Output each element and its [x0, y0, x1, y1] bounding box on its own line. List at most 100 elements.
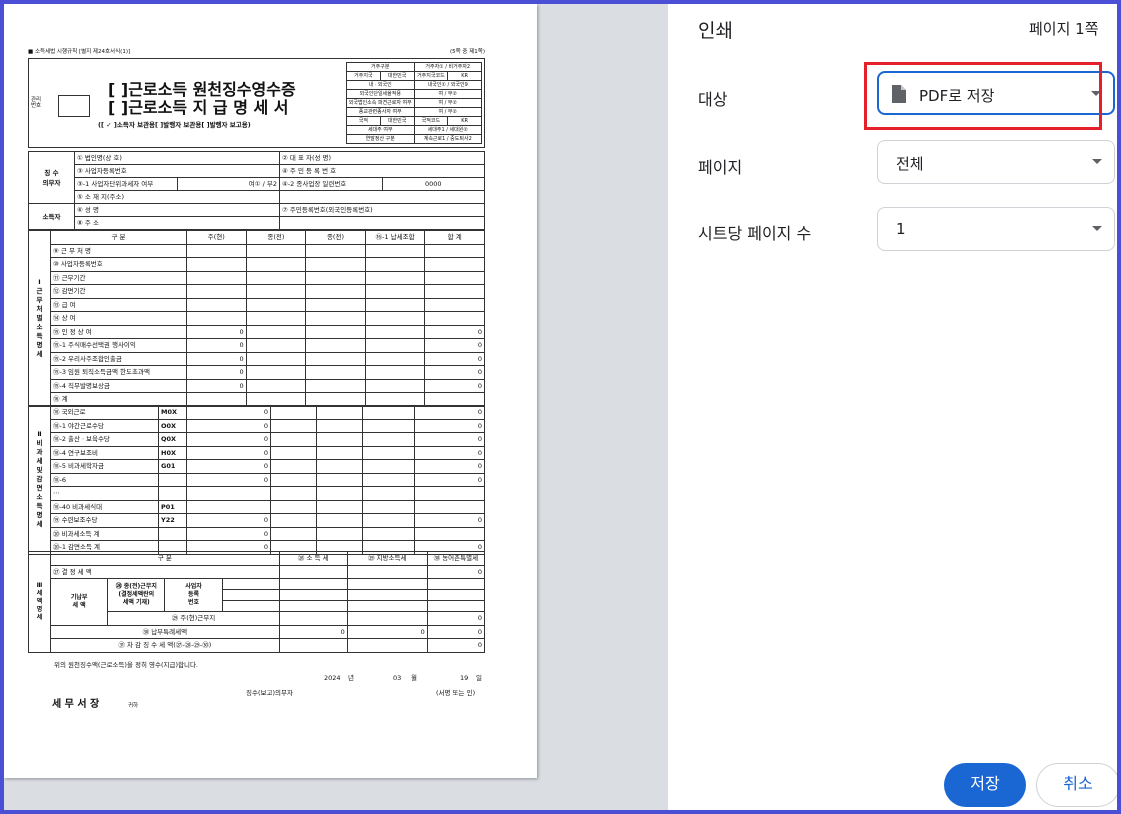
form-cell — [279, 216, 485, 230]
form-cell — [316, 445, 363, 460]
form-cell: 0 — [424, 324, 485, 339]
mgmt-no-label: 관리 번호 — [31, 97, 42, 109]
form-cell: 거주지국 — [346, 71, 381, 81]
table-row: 징 수 의무자 ① 법인명(상 호) ② 대 표 자(성 명) — [28, 151, 485, 204]
form-cell — [364, 378, 426, 393]
form-cell: ⑱-2 출산ㆍ보육수당 — [50, 432, 159, 447]
table-row: 국적 대한민국 국적코드 KR — [346, 116, 482, 126]
form-cell — [316, 526, 363, 541]
form-cell: 외국법인소속 파견근로자 여부 — [346, 98, 415, 108]
form-cell — [364, 297, 426, 312]
form-cell: ⑱-1 야간근로수당 — [50, 418, 159, 433]
pages-per-sheet-value: 1 — [896, 220, 906, 238]
form-cell: 0 — [186, 472, 271, 487]
form-cell — [245, 338, 307, 353]
work-section-label: Ⅰ 근 무 처 별 소 득 명 세 — [28, 230, 51, 407]
form-cell: ③ 사업자등록번호 — [74, 164, 280, 178]
form-cell: ④-2 종사업장 일련번호 — [279, 177, 383, 191]
form-cell — [186, 284, 247, 299]
form-cell — [316, 432, 363, 447]
form-cell: 0 — [186, 405, 271, 420]
cancel-button[interactable]: 취소 — [1036, 763, 1117, 807]
form-cell — [305, 365, 366, 380]
column-header: 주(현) — [186, 230, 247, 245]
save-button[interactable]: 저장 — [944, 763, 1026, 807]
form-cell — [221, 589, 280, 601]
form-cell: 여 / 부② — [413, 89, 482, 99]
column-header: 구 분 — [50, 551, 280, 566]
form-cell: 0 — [186, 351, 247, 366]
form-cell: 계속근로1 / 중도퇴사2 — [413, 134, 482, 144]
table-row: ⑱-40 비과세식대 P01 — [29, 499, 485, 514]
form-cell: ⑪ 근무기간 — [50, 270, 187, 285]
payer-section-label: 징 수 의무자 — [28, 151, 75, 204]
form-cell: ⑱-40 비과세식대 — [50, 499, 159, 514]
form-title-1: [ ]근로소득 원천징수영수증 — [108, 80, 296, 99]
form-cell — [245, 365, 307, 380]
form-cell — [362, 486, 415, 501]
print-dialog: ■ 소득세법 시행규칙 [별지 제24호서식(1)] (5쪽 중 제1쪽) 관리… — [4, 4, 1117, 810]
print-preview-area: ■ 소득세법 시행규칙 [별지 제24호서식(1)] (5쪽 중 제1쪽) 관리… — [4, 4, 668, 810]
form-cell — [270, 513, 317, 528]
pages-value: 전체 — [896, 155, 924, 173]
tax-section-label: Ⅲ 세 액 명 세 — [28, 551, 51, 653]
form-cell — [305, 324, 366, 339]
payer-earner-table: 징 수 의무자 ① 법인명(상 호) ② 대 표 자(성 명) ③ 사업자등록번호 ④ … — [28, 151, 485, 230]
form-cell — [278, 589, 348, 601]
form-cell: 국적 — [346, 116, 381, 126]
table-row: 기납부 세 액㉘ 종(전)근무지 (결정세액란의 세액 기재) 사업자 등록 번호 — [29, 578, 486, 626]
form-header-right: (5쪽 중 제1쪽) — [449, 49, 485, 55]
table-row: ⑫ 감면기간 — [29, 284, 485, 299]
form-cell — [346, 578, 428, 590]
pages-select[interactable]: 전체 — [877, 140, 1115, 184]
chevron-down-icon — [1092, 159, 1102, 164]
form-cell: 0 — [414, 459, 485, 474]
form-cell: ⑱-4 연구보조비 — [50, 445, 159, 460]
form-cell — [278, 638, 348, 653]
form-cell: 0 — [186, 378, 247, 393]
form-cell: 0 — [426, 564, 486, 579]
form-cell: 0 — [186, 418, 271, 433]
form-cell — [245, 297, 307, 312]
nontax-income-table: Ⅱ 비 과 세 및 감 면 소 득 명 세⑱ 국외근로 M0X 0 0 ⑱-1 야간근로… — [28, 405, 485, 555]
form-cell: 대한민국 — [379, 71, 415, 81]
form-cell — [346, 600, 428, 612]
form-cell — [278, 578, 348, 590]
form-cell — [362, 418, 415, 433]
form-cell: 0 — [186, 432, 271, 447]
form-cell: 0 — [426, 638, 486, 653]
form-cell: 0 — [414, 472, 485, 487]
form-cell: 거주자① / 비거주자2 — [413, 62, 482, 72]
form-cell — [305, 270, 366, 285]
table-row: ⑮ 인 정 상 여00 — [29, 324, 485, 339]
form-cell — [245, 351, 307, 366]
form-cell — [364, 365, 426, 380]
form-cell — [424, 392, 485, 407]
form-cell — [364, 243, 426, 258]
form-cell: ㉙ 주(현)근무지 — [107, 611, 280, 626]
form-cell: ⑲ 수련보조수당 — [50, 513, 159, 528]
form-cell — [424, 284, 485, 299]
form-cell — [305, 392, 366, 407]
table-row: ⑱-1 야간근로수당 O0X 0 0 — [29, 418, 485, 433]
form-cell: ⑩ 사업자등록번호 — [50, 257, 187, 272]
form-cell: 0 — [424, 365, 485, 380]
pages-per-sheet-select[interactable]: 1 — [877, 207, 1115, 251]
form-cell — [362, 499, 415, 514]
table-row: 세대주 여부 세대주1 / 세대원② — [346, 125, 482, 135]
tax-office-label: 세 무 서 장 — [52, 699, 100, 710]
form-cell — [245, 311, 307, 326]
form-cell: 0 — [186, 445, 271, 460]
form-cell — [424, 297, 485, 312]
form-cell: 세대주 여부 — [346, 125, 415, 135]
table-row: ⑤ 소 재 지(주소) — [29, 190, 485, 204]
table-row: ⑪ 근무기간 — [29, 270, 485, 285]
form-cell: 0 — [186, 365, 247, 380]
form-cell — [270, 486, 317, 501]
form-cell — [245, 324, 307, 339]
form-cell: ④ 주 민 등 록 번 호 — [279, 164, 485, 178]
form-cell — [364, 392, 426, 407]
form-cell — [424, 243, 485, 258]
table-row: ㉚ 납부특례세액 0 0 0 — [29, 624, 486, 639]
earner-section-label: 소득자 — [28, 203, 75, 230]
